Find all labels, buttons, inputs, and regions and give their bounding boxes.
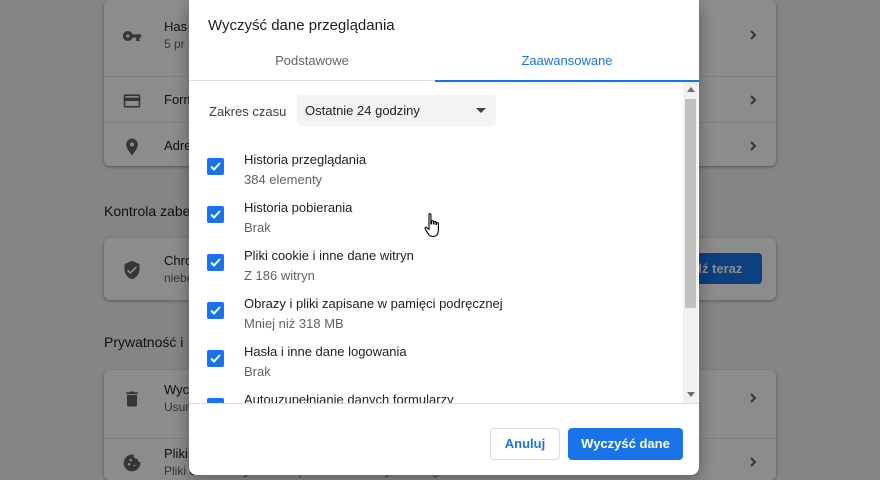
time-range-select[interactable]: Ostatnie 24 godziny: [297, 95, 496, 126]
option-subtitle: Z 186 witryn: [244, 268, 315, 283]
option-title: Hasła i inne dane logowania: [244, 344, 407, 359]
option-title: Historia przeglądania: [244, 152, 367, 167]
option-title: Autouzupełnianie danych formularzy: [244, 392, 454, 403]
option-title: Obrazy i pliki zapisane w pamięci podręc…: [244, 296, 503, 311]
dialog-tabs: Podstawowe Zaawansowane: [189, 44, 699, 82]
hand-pointer-cursor-icon: [424, 213, 439, 238]
tab-advanced[interactable]: Zaawansowane: [435, 44, 699, 82]
dialog-title: Wyczyść dane przeglądania: [208, 17, 395, 34]
dialog-scrollbar[interactable]: [683, 82, 698, 403]
option-browsing-history[interactable]: Historia przeglądania 384 elementy: [189, 150, 683, 198]
checkbox-checked-icon[interactable]: [207, 206, 224, 223]
scroll-up-arrow-icon[interactable]: [687, 87, 695, 92]
dialog-footer: Anuluj Wyczyść dane: [189, 403, 699, 475]
option-cached-files[interactable]: Obrazy i pliki zapisane w pamięci podręc…: [189, 294, 683, 342]
dialog-scroll-area: Zakres czasu Ostatnie 24 godziny Histori…: [189, 82, 699, 403]
time-range-label: Zakres czasu: [209, 104, 287, 119]
option-subtitle: 384 elementy: [244, 172, 323, 187]
checkbox-checked-icon[interactable]: [207, 158, 224, 175]
option-subtitle: Brak: [244, 220, 271, 235]
clear-data-button[interactable]: Wyczyść dane: [568, 428, 683, 460]
time-range-value: Ostatnie 24 godziny: [305, 103, 420, 118]
cancel-button[interactable]: Anuluj: [490, 428, 560, 460]
checkbox-checked-icon[interactable]: [207, 350, 224, 367]
option-title: Pliki cookie i inne dane witryn: [244, 248, 414, 263]
option-cookies[interactable]: Pliki cookie i inne dane witryn Z 186 wi…: [189, 246, 683, 294]
option-passwords[interactable]: Hasła i inne dane logowania Brak: [189, 342, 683, 390]
option-autofill[interactable]: Autouzupełnianie danych formularzy: [189, 390, 683, 403]
dropdown-arrow-icon: [476, 108, 486, 113]
checkbox-checked-icon[interactable]: [207, 302, 224, 319]
option-subtitle: Brak: [244, 364, 271, 379]
checkbox-checked-icon[interactable]: [207, 254, 224, 271]
option-subtitle: Mniej niż 318 MB: [244, 316, 344, 331]
option-title: Historia pobierania: [244, 200, 353, 215]
tab-basic[interactable]: Podstawowe: [189, 44, 435, 81]
scroll-down-arrow-icon[interactable]: [687, 392, 695, 397]
scrollbar-thumb[interactable]: [685, 99, 696, 308]
